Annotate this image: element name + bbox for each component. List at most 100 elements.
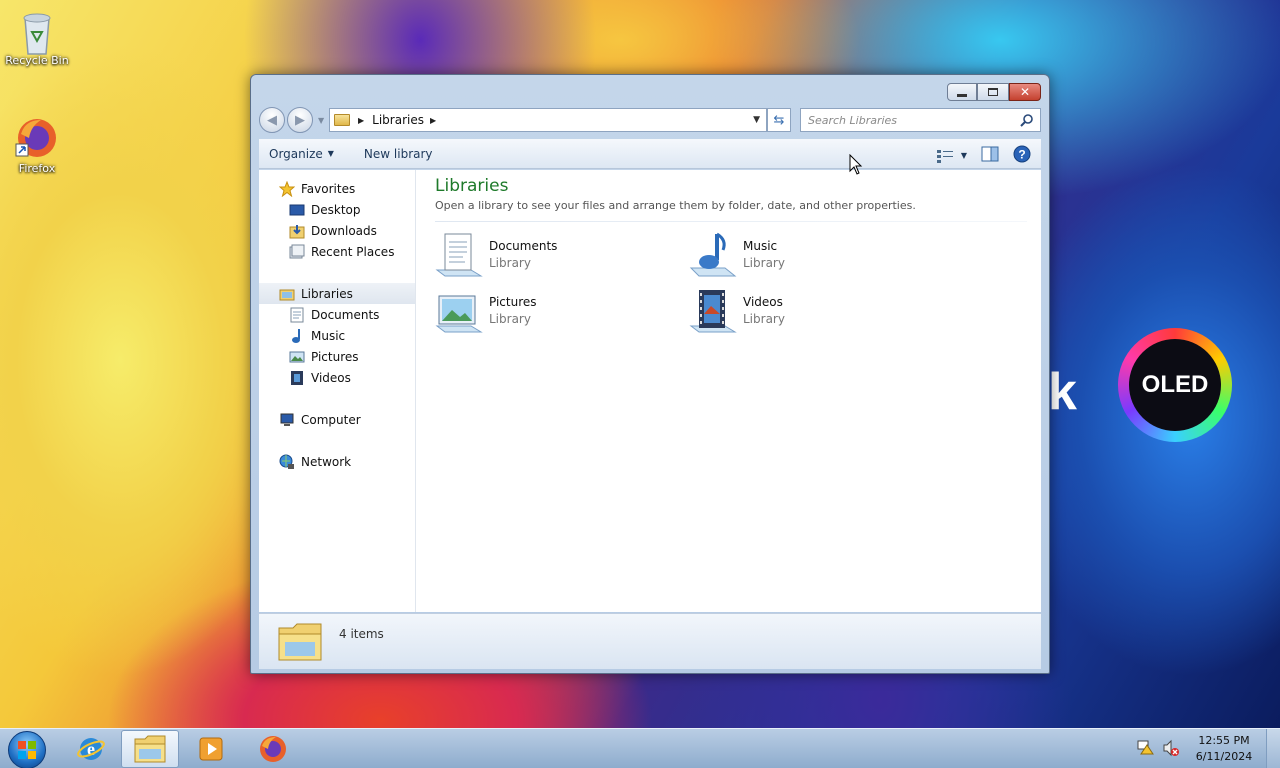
recycle-bin-icon bbox=[15, 8, 59, 55]
mouse-cursor-icon bbox=[849, 154, 863, 175]
command-bar: Organize ▼ New library ▼ ? bbox=[259, 139, 1041, 169]
network-icon bbox=[279, 454, 295, 470]
volume-muted-icon[interactable] bbox=[1162, 739, 1180, 760]
nav-label: Libraries bbox=[301, 286, 353, 301]
item-count: 4 items bbox=[339, 626, 384, 641]
recent-pages-dropdown[interactable]: ▼ bbox=[318, 116, 324, 125]
view-controls: ▼ ? bbox=[936, 145, 1031, 166]
documents-library-icon bbox=[435, 233, 483, 277]
help-button[interactable]: ? bbox=[1013, 145, 1031, 166]
nav-libraries[interactable]: Libraries bbox=[259, 283, 415, 304]
explorer-window[interactable]: ✕ ◀ ▶ ▼ ▶ Libraries ▶ ▼ ⇆ Organize ▼ New … bbox=[250, 74, 1050, 674]
desktop-icon-firefox[interactable]: Firefox bbox=[2, 116, 72, 175]
library-item-videos[interactable]: Videos Library bbox=[689, 286, 943, 334]
nav-label: Videos bbox=[311, 370, 351, 385]
details-pane: 4 items bbox=[259, 613, 1041, 669]
search-box[interactable] bbox=[800, 108, 1041, 132]
action-center-icon[interactable] bbox=[1136, 739, 1154, 760]
libraries-view: Libraries Open a library to see your fil… bbox=[416, 170, 1041, 612]
taskbar-windows-explorer[interactable] bbox=[121, 730, 179, 768]
music-icon bbox=[289, 328, 305, 344]
nav-network[interactable]: Network bbox=[259, 451, 415, 472]
library-type: Library bbox=[743, 255, 785, 270]
nav-label: Computer bbox=[301, 412, 361, 427]
windows-logo-icon bbox=[18, 741, 36, 759]
videos-icon bbox=[289, 370, 305, 386]
new-library-button[interactable]: New library bbox=[344, 139, 443, 168]
address-dropdown-icon[interactable]: ▼ bbox=[753, 115, 760, 125]
nav-pictures[interactable]: Pictures bbox=[259, 346, 415, 367]
refresh-icon: ⇆ bbox=[773, 112, 785, 128]
star-icon bbox=[279, 180, 295, 197]
chevron-down-icon: ▼ bbox=[327, 149, 334, 158]
desktop-icon-recycle-bin[interactable]: Recycle Bin bbox=[2, 8, 72, 67]
library-item-music[interactable]: Music Library bbox=[689, 230, 943, 278]
view-options-icon bbox=[936, 149, 953, 163]
change-view-button[interactable]: ▼ bbox=[936, 149, 967, 163]
nav-downloads[interactable]: Downloads bbox=[259, 220, 415, 241]
pictures-library-icon bbox=[435, 295, 483, 333]
music-library-icon bbox=[689, 232, 737, 277]
library-name: Documents bbox=[489, 238, 558, 253]
firefox-icon bbox=[15, 116, 59, 160]
breadcrumb-libraries[interactable]: Libraries bbox=[372, 113, 424, 127]
media-player-icon bbox=[199, 737, 223, 761]
library-type: Library bbox=[489, 311, 531, 326]
preview-pane-button[interactable] bbox=[981, 146, 999, 165]
breadcrumb-arrow-icon[interactable]: ▶ bbox=[430, 116, 436, 125]
page-description: Open a library to see your files and arr… bbox=[435, 199, 916, 212]
search-icon[interactable] bbox=[1020, 113, 1034, 130]
back-button[interactable]: ◀ bbox=[259, 107, 285, 133]
nav-documents[interactable]: Documents bbox=[259, 304, 415, 325]
library-name: Music bbox=[743, 238, 778, 253]
back-arrow-icon: ◀ bbox=[267, 112, 277, 128]
breadcrumb-arrow-icon[interactable]: ▶ bbox=[358, 116, 364, 125]
search-input[interactable] bbox=[808, 113, 1008, 127]
desktop-icon bbox=[289, 202, 305, 218]
nav-label: Music bbox=[311, 328, 346, 343]
minimize-button[interactable] bbox=[947, 83, 977, 101]
taskbar-internet-explorer[interactable]: e bbox=[62, 730, 120, 768]
taskbar-firefox[interactable] bbox=[244, 730, 302, 768]
show-desktop-button[interactable] bbox=[1266, 729, 1280, 768]
address-bar[interactable]: ▶ Libraries ▶ ▼ bbox=[329, 108, 767, 132]
taskbar-media-player[interactable] bbox=[182, 730, 240, 768]
libraries-folder-icon bbox=[278, 623, 322, 660]
refresh-button[interactable]: ⇆ bbox=[767, 108, 791, 132]
minimize-icon bbox=[957, 93, 967, 97]
organize-button[interactable]: Organize ▼ bbox=[259, 139, 344, 168]
page-title: Libraries bbox=[435, 176, 509, 196]
clock-time: 12:55 PM bbox=[1198, 734, 1250, 747]
libraries-folder-icon bbox=[334, 114, 350, 126]
organize-label: Organize bbox=[269, 146, 323, 161]
navigation-bar: ◀ ▶ ▼ ▶ Libraries ▶ ▼ ⇆ bbox=[259, 107, 1041, 133]
clock[interactable]: 12:55 PM 6/11/2024 bbox=[1188, 733, 1260, 765]
videos-library-icon bbox=[689, 290, 737, 333]
chevron-down-icon[interactable]: ▼ bbox=[961, 151, 967, 160]
oled-logo-text: OLED bbox=[1129, 339, 1221, 431]
content-area: Favorites Desktop Downloads Recent Place… bbox=[259, 170, 1041, 612]
close-icon: ✕ bbox=[1019, 85, 1031, 99]
nav-computer[interactable]: Computer bbox=[259, 409, 415, 430]
pictures-icon bbox=[289, 349, 305, 365]
nav-label: Favorites bbox=[301, 181, 356, 196]
nav-videos[interactable]: Videos bbox=[259, 367, 415, 388]
nav-recent-places[interactable]: Recent Places bbox=[259, 241, 415, 262]
library-item-pictures[interactable]: Pictures Library bbox=[435, 286, 689, 334]
maximize-icon bbox=[988, 88, 998, 96]
nav-favorites[interactable]: Favorites bbox=[259, 178, 415, 199]
forward-button[interactable]: ▶ bbox=[287, 107, 313, 133]
navigation-pane: Favorites Desktop Downloads Recent Place… bbox=[259, 170, 416, 612]
windows-explorer-icon bbox=[134, 735, 166, 763]
nav-desktop[interactable]: Desktop bbox=[259, 199, 415, 220]
library-item-documents[interactable]: Documents Library bbox=[435, 230, 689, 278]
caption-buttons: ✕ bbox=[947, 83, 1041, 101]
preview-pane-icon bbox=[981, 146, 999, 162]
internet-explorer-icon: e bbox=[77, 738, 105, 760]
maximize-button[interactable] bbox=[977, 83, 1009, 101]
nav-music[interactable]: Music bbox=[259, 325, 415, 346]
close-button[interactable]: ✕ bbox=[1009, 83, 1041, 101]
system-tray: 12:55 PM 6/11/2024 bbox=[1136, 729, 1280, 768]
start-button[interactable] bbox=[8, 731, 46, 768]
libraries-icon bbox=[279, 286, 295, 302]
